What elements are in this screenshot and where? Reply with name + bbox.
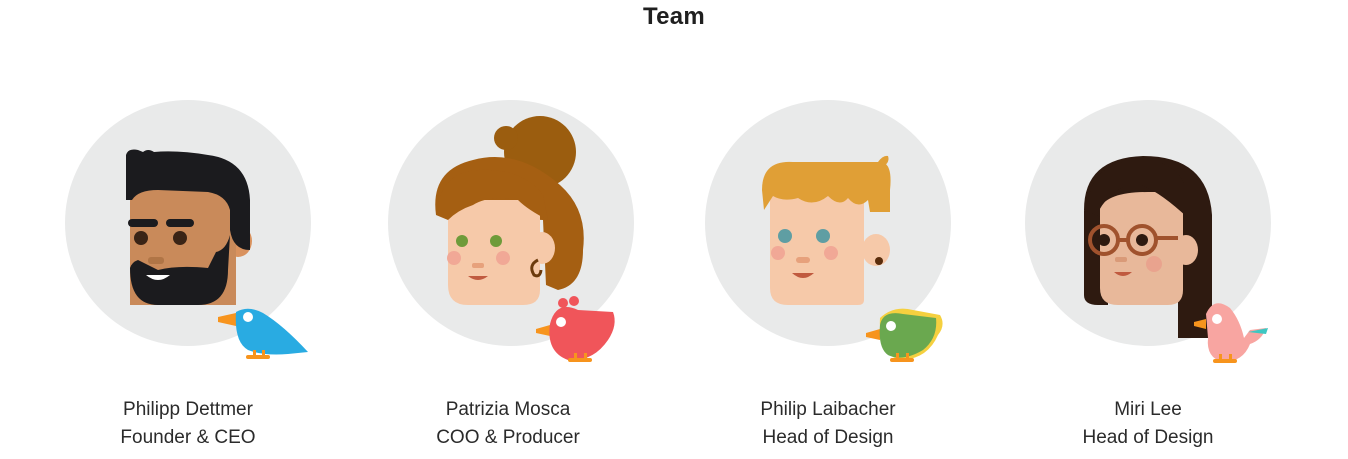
bearded-man-with-blue-bird-icon <box>65 100 311 359</box>
team-member-card: Miri Lee Head of Design <box>1018 100 1278 455</box>
blond-man-with-green-bird-icon <box>705 100 951 362</box>
member-name: Philip Laibacher <box>760 399 896 420</box>
member-name: Patrizia Mosca <box>445 399 571 420</box>
member-role: COO & Producer <box>436 427 580 448</box>
team-member-card: Philipp Dettmer Founder & CEO <box>58 100 318 455</box>
member-role: Head of Design <box>1082 427 1214 448</box>
member-role: Founder & CEO <box>120 427 256 448</box>
woman-with-glasses-and-pink-bird-icon <box>1025 100 1271 363</box>
member-name: Philipp Dettmer <box>123 399 253 420</box>
team-member-card: Patrizia Mosca COO & Producer <box>378 100 638 455</box>
section-title: Team <box>642 3 706 30</box>
member-name: Miri Lee <box>1114 399 1182 420</box>
curly-haired-woman-with-red-bird-icon <box>388 100 634 362</box>
member-role: Head of Design <box>762 427 894 448</box>
team-member-card: Philip Laibacher Head of Design <box>698 100 958 455</box>
